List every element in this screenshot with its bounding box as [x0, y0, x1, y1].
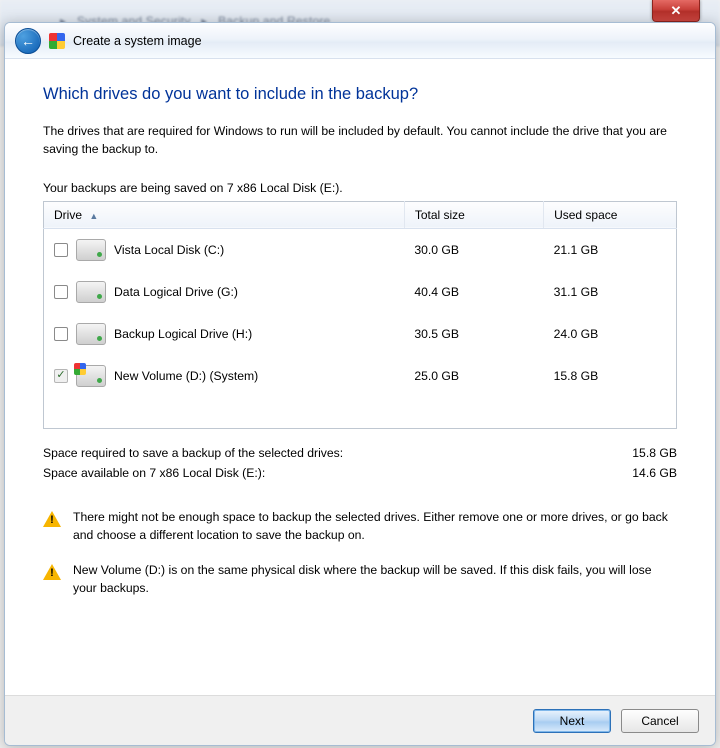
drive-used-space: 15.8 GB: [544, 355, 677, 397]
cancel-button[interactable]: Cancel: [621, 709, 699, 733]
warning-icon: [43, 564, 61, 580]
drive-icon: [76, 365, 106, 387]
space-required-value: 15.8 GB: [632, 446, 677, 460]
space-required-label: Space required to save a backup of the s…: [43, 446, 343, 460]
window-title: Create a system image: [73, 34, 202, 48]
table-row[interactable]: Vista Local Disk (C:) 30.0 GB21.1 GB: [44, 228, 677, 271]
table-row[interactable]: Backup Logical Drive (H:) 30.5 GB24.0 GB: [44, 313, 677, 355]
table-row[interactable]: Data Logical Drive (G:) 40.4 GB31.1 GB: [44, 271, 677, 313]
page-heading: Which drives do you want to include in t…: [43, 85, 677, 104]
windows-flag-icon: [49, 33, 65, 49]
drive-total-size: 30.0 GB: [404, 228, 543, 271]
wizard-footer: Next Cancel: [5, 695, 715, 745]
drive-used-space: 24.0 GB: [544, 313, 677, 355]
drive-checkbox[interactable]: [54, 327, 68, 341]
drives-table: Drive ▲ Total size Used space Vista Loca…: [43, 201, 677, 430]
warning-row: New Volume (D:) is on the same physical …: [43, 562, 677, 597]
drive-total-size: 25.0 GB: [404, 355, 543, 397]
drive-icon: [76, 323, 106, 345]
col-used-space[interactable]: Used space: [544, 201, 677, 228]
warning-text: New Volume (D:) is on the same physical …: [73, 562, 677, 597]
arrow-left-icon: ←: [21, 33, 35, 49]
wizard-dialog: ← Create a system image Which drives do …: [4, 22, 716, 746]
drive-checkbox[interactable]: [54, 243, 68, 257]
drive-name: Data Logical Drive (G:): [114, 285, 238, 299]
drive-used-space: 31.1 GB: [544, 271, 677, 313]
drive-total-size: 30.5 GB: [404, 313, 543, 355]
space-summary: Space required to save a backup of the s…: [43, 443, 677, 483]
titlebar: ← Create a system image: [5, 23, 715, 59]
drive-icon: [76, 239, 106, 261]
col-drive[interactable]: Drive ▲: [44, 201, 405, 228]
next-button[interactable]: Next: [533, 709, 611, 733]
drive-used-space: 21.1 GB: [544, 228, 677, 271]
drive-name: Vista Local Disk (C:): [114, 243, 224, 257]
close-icon: ✕: [671, 3, 682, 19]
space-available-value: 14.6 GB: [632, 466, 677, 480]
drive-total-size: 40.4 GB: [404, 271, 543, 313]
col-total-size[interactable]: Total size: [404, 201, 543, 228]
drive-checkbox: [54, 369, 68, 383]
back-button[interactable]: ←: [15, 28, 41, 54]
table-row[interactable]: New Volume (D:) (System) 25.0 GB15.8 GB: [44, 355, 677, 397]
page-description: The drives that are required for Windows…: [43, 122, 677, 159]
sort-indicator-icon: ▲: [89, 211, 98, 221]
drive-checkbox[interactable]: [54, 285, 68, 299]
warning-text: There might not be enough space to backu…: [73, 509, 677, 544]
warning-icon: [43, 511, 61, 527]
wizard-content: Which drives do you want to include in t…: [5, 59, 715, 695]
drive-icon: [76, 281, 106, 303]
warnings-area: There might not be enough space to backu…: [43, 509, 677, 598]
drive-name: Backup Logical Drive (H:): [114, 327, 252, 341]
warning-row: There might not be enough space to backu…: [43, 509, 677, 544]
backup-location-line: Your backups are being saved on 7 x86 Lo…: [43, 181, 677, 195]
space-available-label: Space available on 7 x86 Local Disk (E:)…: [43, 466, 265, 480]
window-close-button[interactable]: ✕: [652, 0, 700, 22]
drive-name: New Volume (D:) (System): [114, 369, 258, 383]
